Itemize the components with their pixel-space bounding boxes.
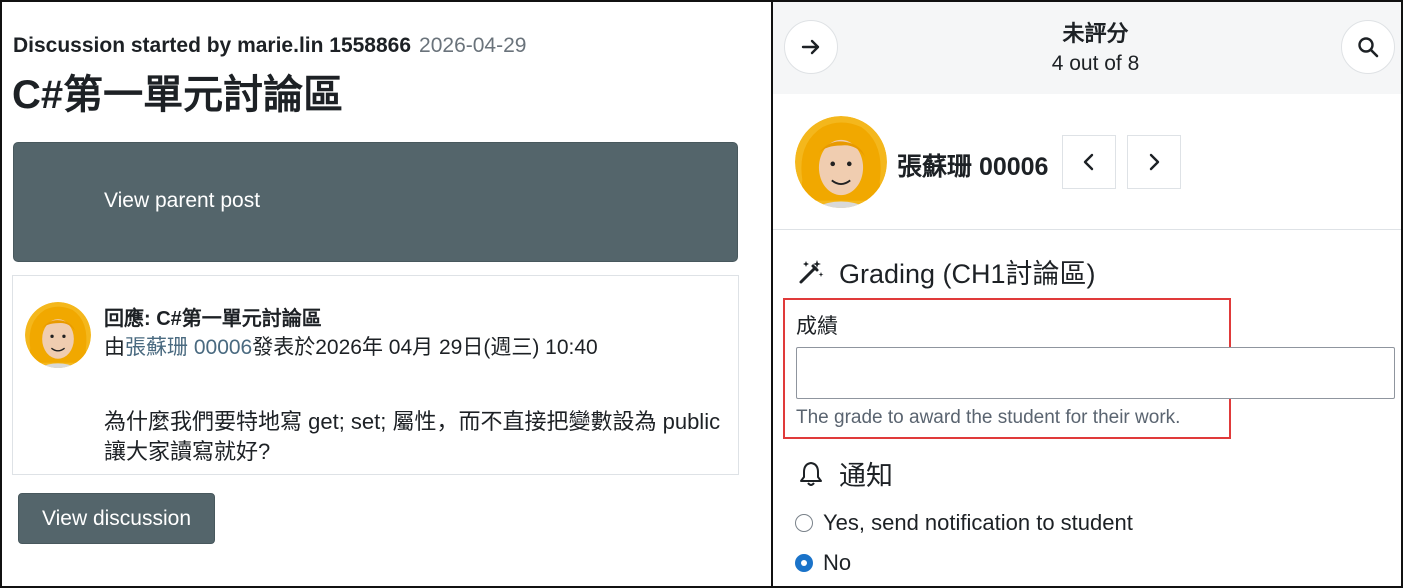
notify-yes-radio[interactable] — [795, 514, 813, 532]
view-discussion-button[interactable]: View discussion — [18, 493, 215, 544]
post-meta-prefix: 由 — [104, 336, 125, 359]
grade-label: 成績 — [796, 315, 838, 338]
post-body: 為什麼我們要特地寫 get; set; 屬性，而不直接把變數設為 public … — [104, 409, 721, 464]
grading-section-header: Grading (CH1討論區) — [797, 252, 1096, 291]
discussion-date: 2026-04-29 — [419, 34, 527, 57]
magic-wand-icon — [799, 259, 824, 283]
notify-yes-label: Yes, send notification to student — [823, 510, 1133, 535]
bell-icon — [800, 461, 822, 486]
grader-status: 未評分 4 out of 8 — [923, 16, 1268, 76]
grade-status: 未評分 — [1062, 21, 1129, 46]
arrow-right-icon — [801, 39, 820, 55]
search-icon — [1358, 37, 1379, 58]
current-user-row: 張蘇珊 00006 — [773, 94, 1401, 230]
view-parent-post-button[interactable]: View parent post — [13, 142, 738, 262]
notify-no-radio[interactable] — [795, 554, 813, 572]
user-avatar — [795, 116, 887, 208]
grade-help-text: The grade to award the student for their… — [796, 407, 1181, 428]
discussion-title: C#第一單元討論區 — [12, 73, 344, 117]
avatar[interactable] — [25, 302, 91, 368]
post-author-link[interactable]: 張蘇珊 00006 — [125, 336, 252, 359]
collapse-grader-button[interactable] — [784, 20, 838, 74]
post-heading: 回應: C#第一單元討論區 — [104, 308, 322, 330]
notify-no-label: No — [823, 550, 852, 575]
user-count: 4 out of 8 — [1051, 52, 1140, 75]
discussion-byline: Discussion started by marie.lin 1558866 2… — [13, 34, 526, 58]
post-meta: 由張蘇珊 00006發表於2026年 04月 29日(週三) 10:40 — [104, 331, 598, 361]
grader-header: 未評分 4 out of 8 — [773, 2, 1401, 94]
post-meta-suffix: 發表於2026年 04月 29日(週三) 10:40 — [252, 336, 598, 359]
search-users-button[interactable] — [1341, 20, 1395, 74]
chevron-right-icon — [1149, 153, 1160, 171]
grading-title: Grading (CH1討論區) — [839, 259, 1096, 289]
view-parent-post-label: View parent post — [104, 189, 261, 212]
notify-title: 通知 — [839, 461, 893, 491]
discussion-pane: Discussion started by marie.lin 1558866 2… — [2, 2, 771, 586]
chevron-left-icon — [1083, 153, 1094, 171]
grade-input[interactable] — [796, 347, 1395, 399]
notify-yes-option[interactable]: Yes, send notification to student — [795, 510, 1133, 536]
notify-no-option[interactable]: No — [795, 550, 851, 576]
post-card: 回應: C#第一單元討論區 由張蘇珊 00006發表於2026年 04月 29日… — [12, 275, 739, 475]
grader-pane: 未評分 4 out of 8 張蘇珊 00006 Grading (CH1討論區… — [773, 2, 1401, 586]
byline-text: Discussion started by marie.lin 1558866 — [13, 34, 412, 57]
next-user-button[interactable] — [1127, 135, 1181, 189]
notification-section-header: 通知 — [799, 454, 893, 493]
previous-user-button[interactable] — [1062, 135, 1116, 189]
current-user-name: 張蘇珊 00006 — [897, 153, 1049, 181]
